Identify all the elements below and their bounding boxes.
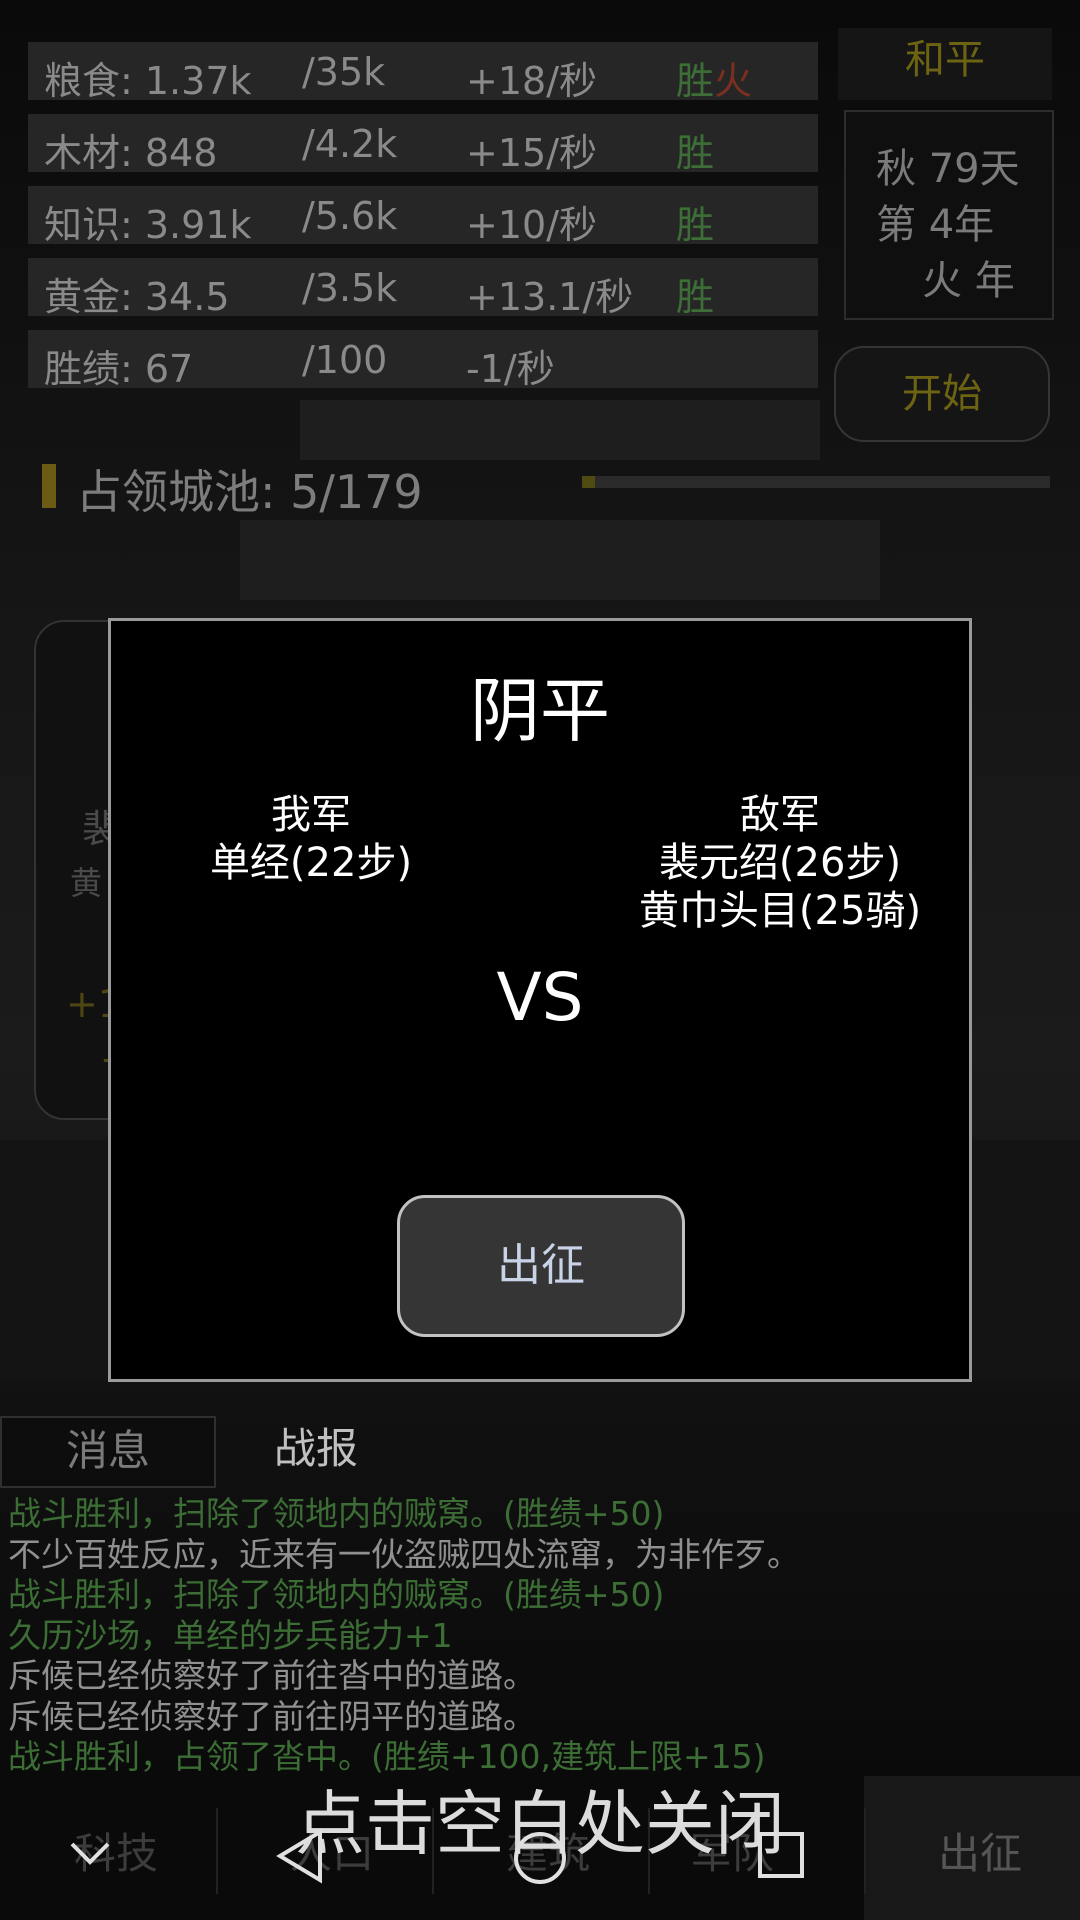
resource-amount: 黄金: 34.5 — [44, 275, 230, 319]
resource-rate: +15/秒 — [466, 131, 597, 175]
resource-rate: +18/秒 — [466, 59, 597, 103]
chevron-down-icon[interactable] — [66, 1836, 114, 1872]
date-panel: 秋 79天 第 4年 火 年 — [844, 110, 1054, 320]
resource-capacity: /3.5k — [302, 266, 398, 310]
peace-status: 和平 — [838, 28, 1052, 100]
my-army: 我军 单经(22步) — [181, 791, 441, 887]
cities-progress-fill — [582, 476, 596, 488]
resource-amount: 粮食: 1.37k — [44, 59, 252, 103]
resource-amount: 胜绩: 67 — [44, 347, 194, 391]
resource-amount: 木材: 848 — [44, 131, 218, 175]
cities-marker — [42, 464, 56, 508]
resource-status-text: 胜 — [676, 203, 715, 247]
year-label: 第 4年 — [876, 202, 995, 248]
resource-rate: +10/秒 — [466, 203, 597, 247]
resource-rate: -1/秒 — [466, 347, 555, 391]
resource-amount: 知识: 3.91k — [44, 203, 252, 247]
resource-row: 粮食: 1.37k/35k +18/秒 胜火 — [28, 42, 818, 103]
resource-status: 胜 — [676, 266, 714, 321]
tab-messages[interactable]: 消息 — [0, 1416, 216, 1488]
resource-capacity: /5.6k — [302, 194, 398, 238]
resource-capacity: /35k — [302, 50, 386, 94]
resource-capacity: /4.2k — [302, 122, 398, 166]
resource-status-text: 胜 — [676, 59, 715, 103]
resource-rate: +13.1/秒 — [466, 275, 634, 319]
element-year: 火 年 — [922, 258, 1015, 304]
log-line: 斥候已经侦察好了前往沓中的道路。 — [8, 1656, 536, 1695]
resource-status: 胜 — [676, 194, 714, 249]
log-line: 久历沙场，单经的步兵能力+1 — [8, 1615, 453, 1655]
season-day: 秋 79天 — [876, 146, 1020, 192]
resource-row: 胜绩: 67/100 -1/秒 — [28, 330, 818, 391]
battle-dialog: 阴平 我军 单经(22步) 敌军 裴元绍(26步) 黄巾头目(25骑) VS 出… — [108, 618, 972, 1382]
log-line: 战斗胜利，扫除了领地内的贼窝。(胜绩+50) — [8, 1494, 665, 1533]
army-card-line2: 黄 — [70, 864, 103, 902]
resource-status-text: 胜 — [676, 131, 715, 175]
recents-icon[interactable] — [756, 1830, 806, 1880]
log-line: 斥候已经侦察好了前往阴平的道路。 — [8, 1696, 536, 1736]
cities-progress-bar — [582, 476, 1050, 488]
resource-status: 胜 — [676, 122, 714, 177]
march-button[interactable]: 出征 — [397, 1195, 685, 1337]
tab-battle-report[interactable]: 战报 — [216, 1416, 416, 1488]
my-army-label: 我军 — [271, 792, 351, 838]
back-icon[interactable] — [274, 1828, 328, 1884]
resource-row: 黄金: 34.5/3.5k +13.1/秒胜 — [28, 258, 818, 319]
enemy-army: 敌军 裴元绍(26步) 黄巾头目(25骑) — [585, 791, 975, 935]
log-line: 战斗胜利，扫除了领地内的贼窝。(胜绩+50) — [8, 1575, 665, 1614]
message-log: 战斗胜利，扫除了领地内的贼窝。(胜绩+50) 不少百姓反应，近来有一伙盗贼四处流窜… — [8, 1494, 1068, 1778]
vs-label: VS — [496, 959, 584, 1036]
resource-row: 知识: 3.91k/5.6k +10/秒 胜 — [28, 186, 818, 247]
cities-count: 占领城池: 5/179 — [76, 465, 423, 519]
home-icon[interactable] — [512, 1830, 568, 1886]
resource-capacity: /100 — [302, 338, 388, 382]
resource-status-text: 胜 — [676, 275, 715, 319]
log-line: 不少百姓反应，近来有一伙盗贼四处流窜，为非作歹。 — [8, 1534, 800, 1574]
enemy-army-unit: 裴元绍(26步) — [658, 840, 902, 886]
start-button[interactable]: 开始 — [834, 346, 1050, 442]
battle-location-title: 阴平 — [470, 670, 610, 752]
my-army-unit: 单经(22步) — [209, 840, 413, 886]
enemy-army-unit: 黄巾头目(25骑) — [638, 888, 922, 934]
resource-status-extra: 火 — [714, 59, 753, 103]
resource-status: 胜火 — [676, 50, 752, 105]
resource-row: 木材: 848/4.2k +15/秒 胜 — [28, 114, 818, 175]
enemy-army-label: 敌军 — [740, 792, 820, 838]
